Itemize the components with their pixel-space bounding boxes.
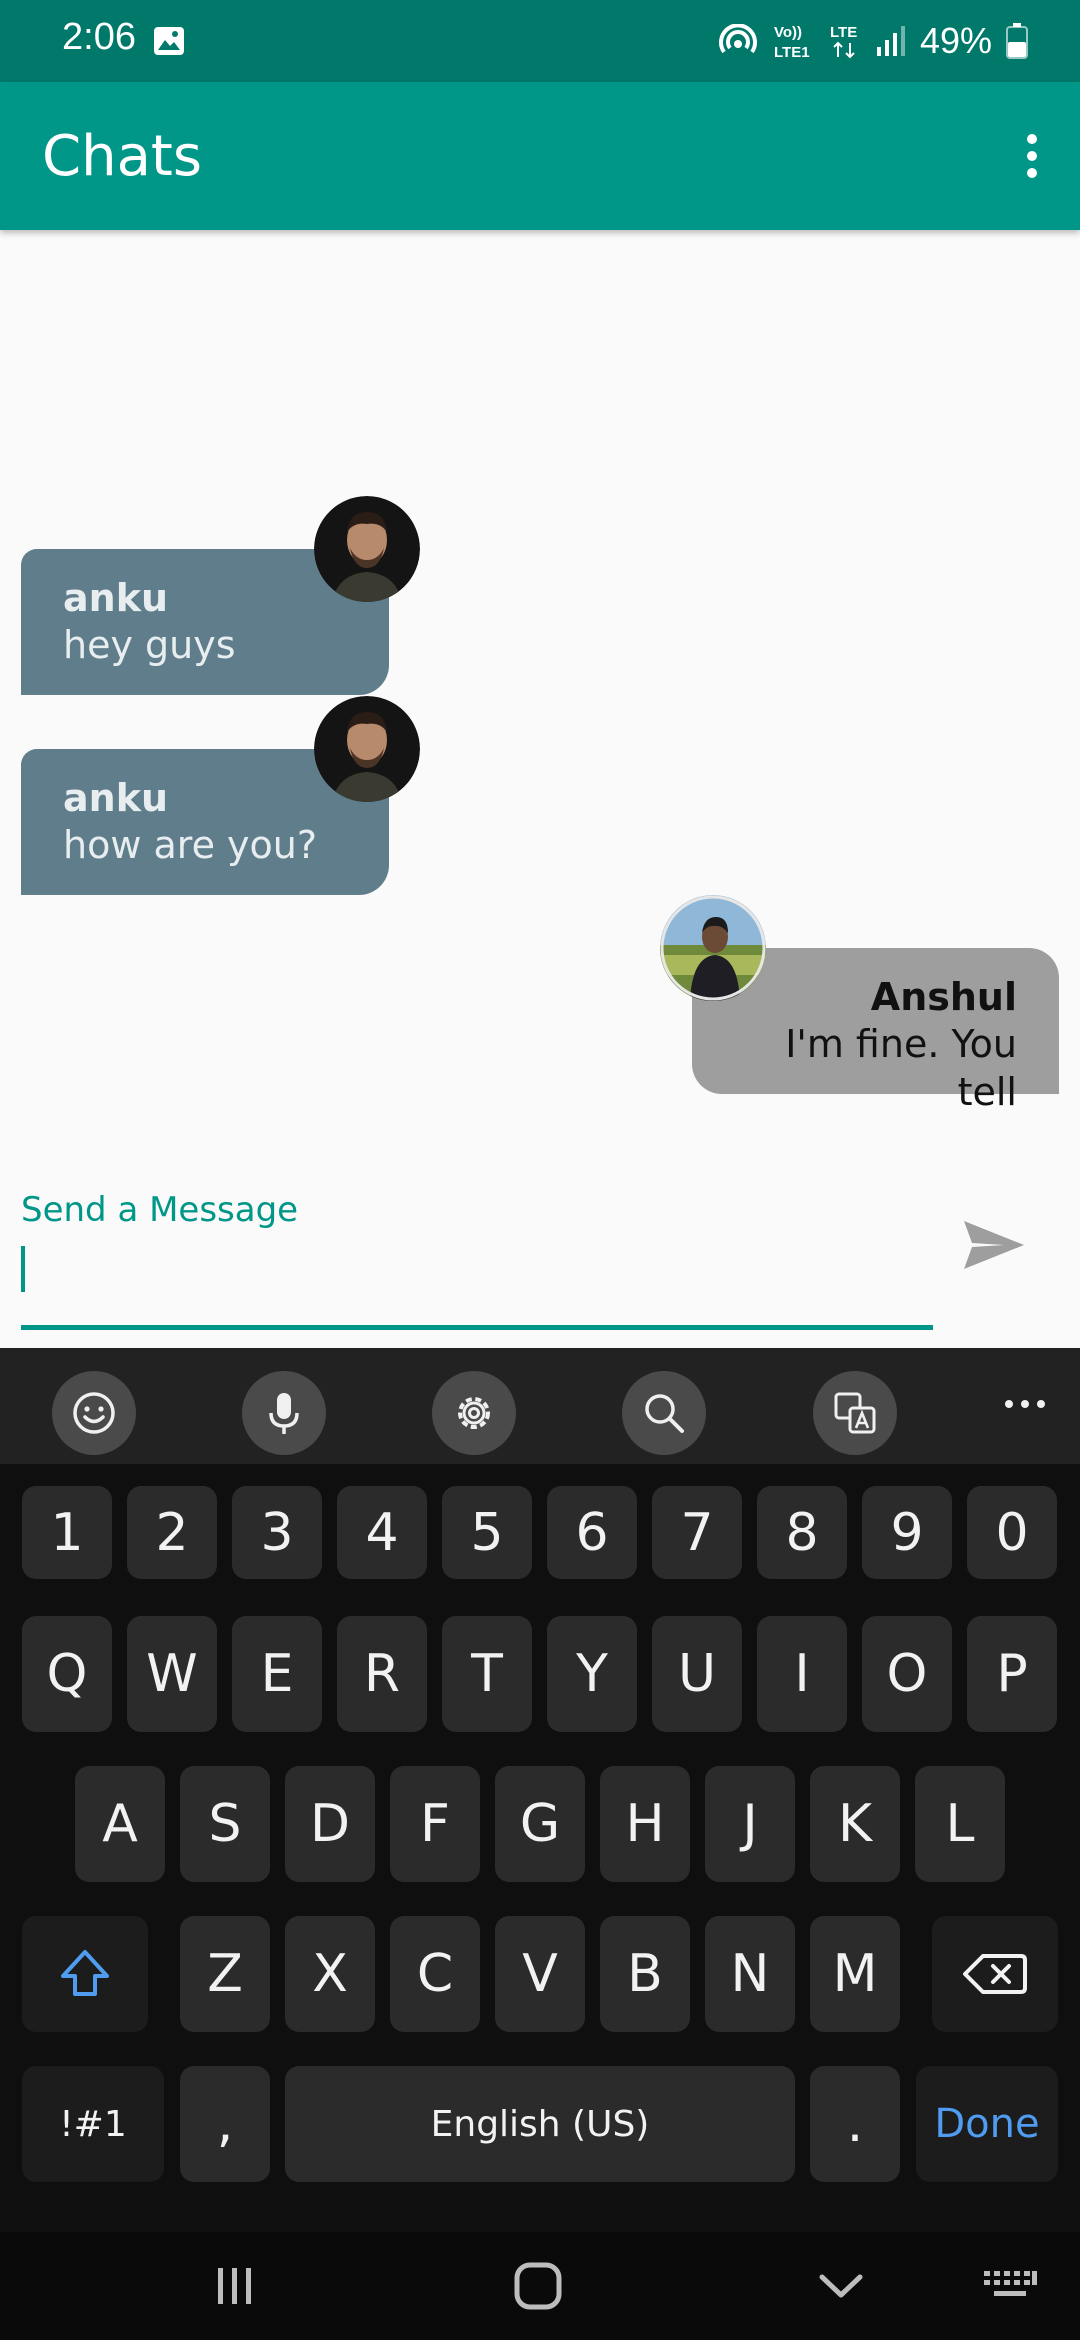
key-c[interactable]: C — [390, 1916, 480, 2032]
space-key[interactable]: English (US) — [285, 2066, 795, 2182]
message-sender: anku — [63, 576, 169, 620]
key-7[interactable]: 7 — [652, 1486, 742, 1579]
text-cursor — [21, 1246, 25, 1292]
key-b[interactable]: B — [600, 1916, 690, 2032]
volte-label: Vo)) — [774, 24, 802, 41]
key-8[interactable]: 8 — [757, 1486, 847, 1579]
send-icon[interactable] — [960, 1215, 1030, 1275]
backspace-key[interactable] — [932, 1916, 1058, 2032]
key-4[interactable]: 4 — [337, 1486, 427, 1579]
key-x[interactable]: X — [285, 1916, 375, 2032]
message-sender: anku — [63, 776, 169, 820]
key-j[interactable]: J — [705, 1766, 795, 1882]
key-s[interactable]: S — [180, 1766, 270, 1882]
key-i[interactable]: I — [757, 1616, 847, 1732]
message-sender: Anshul — [870, 975, 1017, 1019]
key-t[interactable]: T — [442, 1616, 532, 1732]
key-p[interactable]: P — [967, 1616, 1057, 1732]
key-e[interactable]: E — [232, 1616, 322, 1732]
key-y[interactable]: Y — [547, 1616, 637, 1732]
app-bar: Chats — [0, 82, 1080, 230]
shift-icon — [61, 1950, 109, 1996]
navigation-bar — [0, 2232, 1080, 2340]
keyboard-switch-icon[interactable] — [982, 2258, 1038, 2314]
battery-percentage: 49% — [919, 20, 992, 61]
period-key[interactable]: . — [810, 2066, 900, 2182]
message-input-label: Send a Message — [21, 1190, 299, 1230]
key-d[interactable]: D — [285, 1766, 375, 1882]
page-title: Chats — [42, 124, 203, 189]
key-n[interactable]: N — [705, 1916, 795, 2032]
chevron-down-icon[interactable] — [816, 2258, 866, 2314]
key-a[interactable]: A — [75, 1766, 165, 1882]
comma-key[interactable]: , — [180, 2066, 270, 2182]
microphone-icon[interactable] — [242, 1371, 326, 1455]
hotspot-icon — [718, 24, 757, 54]
key-0[interactable]: 0 — [967, 1486, 1057, 1579]
recent-apps-icon[interactable] — [210, 2258, 260, 2314]
message-text: how are you? — [63, 823, 318, 867]
shift-key[interactable] — [22, 1916, 148, 2032]
key-u[interactable]: U — [652, 1616, 742, 1732]
translate-icon[interactable] — [813, 1371, 897, 1455]
status-time: 2:06 — [62, 16, 136, 58]
avatar[interactable] — [314, 696, 420, 802]
settings-icon[interactable] — [432, 1371, 516, 1455]
key-3[interactable]: 3 — [232, 1486, 322, 1579]
message-text: I'm fine. You tell — [785, 1022, 1017, 1114]
overflow-menu-icon[interactable] — [1002, 126, 1062, 186]
search-icon[interactable] — [622, 1371, 706, 1455]
image-notification-icon — [154, 27, 184, 55]
message-input[interactable] — [21, 1240, 933, 1330]
key-h[interactable]: H — [600, 1766, 690, 1882]
emoji-icon[interactable] — [52, 1371, 136, 1455]
key-l[interactable]: L — [915, 1766, 1005, 1882]
more-icon[interactable] — [1000, 1384, 1050, 1424]
key-5[interactable]: 5 — [442, 1486, 532, 1579]
avatar[interactable] — [314, 496, 420, 602]
key-g[interactable]: G — [495, 1766, 585, 1882]
message-text: hey guys — [63, 623, 236, 667]
key-z[interactable]: Z — [180, 1916, 270, 2032]
volte-icon: Vo)) LTE1 — [774, 24, 810, 61]
battery-icon — [1006, 23, 1028, 59]
lte1-label: LTE1 — [774, 44, 810, 61]
avatar[interactable] — [660, 895, 766, 1001]
keyboard-toolbar — [0, 1348, 1080, 1464]
signal-icon — [876, 26, 905, 56]
backspace-icon — [963, 1954, 1027, 1994]
key-m[interactable]: M — [810, 1916, 900, 2032]
key-f[interactable]: F — [390, 1766, 480, 1882]
lte-label: LTE — [830, 24, 857, 41]
key-6[interactable]: 6 — [547, 1486, 637, 1579]
key-w[interactable]: W — [127, 1616, 217, 1732]
key-k[interactable]: K — [810, 1766, 900, 1882]
soft-keyboard: 1 2 3 4 5 6 7 8 9 0 Q W E R T Y U I O P … — [0, 1348, 1080, 2232]
status-bar: 2:06 Vo)) LTE1 LTE 49% — [0, 0, 1080, 82]
key-9[interactable]: 9 — [862, 1486, 952, 1579]
done-key[interactable]: Done — [916, 2066, 1058, 2182]
key-o[interactable]: O — [862, 1616, 952, 1732]
key-2[interactable]: 2 — [127, 1486, 217, 1579]
status-indicators: Vo)) LTE1 LTE 49% — [718, 16, 1028, 66]
symbols-key[interactable]: !#1 — [22, 2066, 164, 2182]
key-1[interactable]: 1 — [22, 1486, 112, 1579]
key-q[interactable]: Q — [22, 1616, 112, 1732]
key-r[interactable]: R — [337, 1616, 427, 1732]
home-icon[interactable] — [510, 2258, 566, 2314]
lte-data-icon: LTE — [830, 24, 857, 59]
key-v[interactable]: V — [495, 1916, 585, 2032]
